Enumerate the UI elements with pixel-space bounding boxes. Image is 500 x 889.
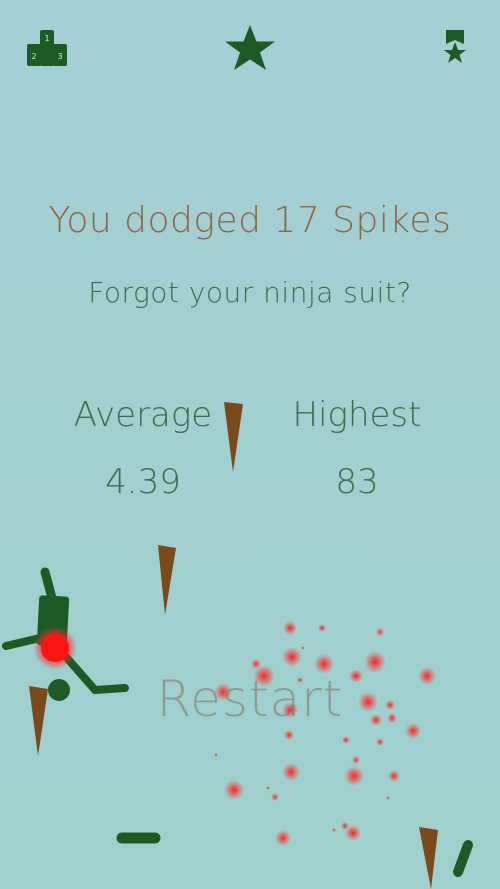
blood-particles bbox=[214, 621, 436, 846]
leaderboard-icon[interactable]: 1 2 3 bbox=[27, 30, 67, 66]
spike bbox=[29, 686, 48, 756]
average-value: 4.39 bbox=[105, 462, 181, 502]
result-headline: You dodged 17 Spikes bbox=[48, 200, 452, 241]
highest-label: Highest bbox=[292, 395, 422, 435]
ribbon-star-icon[interactable] bbox=[440, 30, 470, 66]
average-label: Average bbox=[73, 395, 213, 435]
star-icon[interactable] bbox=[224, 24, 276, 72]
restart-button[interactable]: Restart bbox=[150, 670, 350, 728]
podium-digit-3: 3 bbox=[57, 52, 62, 61]
blood-splat bbox=[33, 626, 77, 670]
podium-digit-1: 1 bbox=[44, 34, 49, 43]
spike bbox=[419, 827, 438, 889]
game-scene bbox=[2, 402, 473, 889]
spike bbox=[158, 545, 176, 615]
highest-value: 83 bbox=[335, 462, 379, 502]
podium-digit-2: 2 bbox=[31, 52, 36, 61]
result-message: Forgot your ninja suit? bbox=[88, 276, 412, 309]
